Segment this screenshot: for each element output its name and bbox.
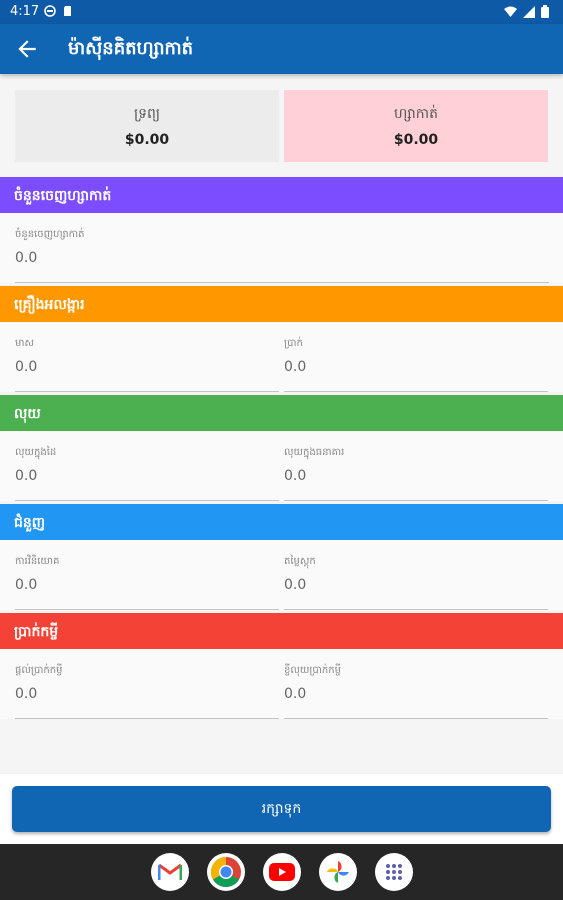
field-label: លុយក្នុងដៃ — [15, 447, 57, 458]
section-header: គ្រឿងអលង្ការ — [0, 286, 563, 322]
field-value[interactable]: 0.0 — [15, 577, 37, 593]
chrome-icon[interactable] — [207, 853, 245, 891]
section-cash: លុយ លុយក្នុងដៃ 0.0 លុយក្នុងធនាគារ 0.0 — [0, 395, 563, 501]
save-area: រក្សាទុក — [0, 774, 563, 844]
save-button[interactable]: រក្សាទុក — [12, 786, 551, 832]
field-value[interactable]: 0.0 — [15, 686, 37, 702]
assets-summary-card: ទ្រព្យ $0.00 — [15, 90, 279, 162]
photos-icon[interactable] — [319, 853, 357, 891]
cash-in-hand-field[interactable]: លុយក្នុងដៃ 0.0 — [15, 431, 279, 501]
field-underline — [284, 391, 548, 392]
status-time: 4:17 — [10, 4, 40, 19]
app-bar: ម៉ាស៊ីនគិតហ្សាកាត់ — [0, 24, 563, 74]
section-jewelry: គ្រឿងអលង្ការ មាស 0.0 ប្រាក់ 0.0 — [0, 286, 563, 392]
loan-given-field[interactable]: ផ្តល់ប្រាក់កម្ចី 0.0 — [15, 649, 279, 719]
status-bar: 4:17 — [0, 0, 563, 24]
back-arrow-icon[interactable] — [14, 36, 40, 62]
navigation-dock — [0, 844, 563, 900]
field-value[interactable]: 0.0 — [15, 250, 37, 266]
field-label: ខ្ចីលុយប្រាក់កម្ចី — [284, 665, 341, 676]
page-title: ម៉ាស៊ីនគិតហ្សាកាត់ — [68, 38, 194, 59]
sd-card-icon — [64, 6, 71, 16]
field-value[interactable]: 0.0 — [284, 468, 306, 484]
zakat-amount-field[interactable]: ចំនួនចេញហ្សាកាត់ 0.0 — [15, 213, 549, 283]
field-underline — [15, 391, 279, 392]
section-header: ជំនួញ — [0, 504, 563, 540]
section-business: ជំនួញ ការវិនិយោគ 0.0 តម្លៃស្តុក 0.0 — [0, 504, 563, 610]
assets-value: $0.00 — [124, 132, 170, 148]
cash-in-bank-field[interactable]: លុយក្នុងធនាគារ 0.0 — [284, 431, 548, 501]
battery-icon — [541, 5, 549, 18]
zakat-summary-card: ហ្សាកាត់ $0.00 — [284, 90, 548, 162]
field-label: តម្លៃស្តុក — [284, 556, 316, 567]
field-underline — [15, 609, 279, 610]
silver-field[interactable]: ប្រាក់ 0.0 — [284, 322, 548, 392]
wifi-icon — [504, 6, 517, 17]
field-underline — [15, 718, 279, 719]
field-label: ចំនួនចេញហ្សាកាត់ — [15, 229, 85, 240]
field-underline — [284, 609, 548, 610]
gold-field[interactable]: មាស 0.0 — [15, 322, 279, 392]
field-label: ប្រាក់ — [284, 338, 303, 349]
signal-icon — [523, 5, 535, 18]
field-underline — [284, 500, 548, 501]
section-header: លុយ — [0, 395, 563, 431]
app-drawer-icon[interactable] — [375, 853, 413, 891]
section-header: ប្រាក់កម្ចី — [0, 613, 563, 649]
loan-taken-field[interactable]: ខ្ចីលុយប្រាក់កម្ចី 0.0 — [284, 649, 548, 719]
section-header: ចំនួនចេញហ្សាកាត់ — [0, 177, 563, 213]
field-value[interactable]: 0.0 — [284, 359, 306, 375]
zakat-label: ហ្សាកាត់ — [394, 106, 438, 122]
section-zakat-amount: ចំនួនចេញហ្សាកាត់ ចំនួនចេញហ្សាកាត់ 0.0 — [0, 177, 563, 283]
field-value[interactable]: 0.0 — [15, 359, 37, 375]
field-value[interactable]: 0.0 — [284, 686, 306, 702]
field-underline — [284, 718, 548, 719]
stock-value-field[interactable]: តម្លៃស្តុក 0.0 — [284, 540, 548, 610]
field-label: មាស — [15, 338, 35, 349]
sync-icon — [44, 5, 56, 17]
field-underline — [15, 282, 549, 283]
investment-field[interactable]: ការវិនិយោគ 0.0 — [15, 540, 279, 610]
gmail-icon[interactable] — [151, 853, 189, 891]
zakat-value: $0.00 — [393, 132, 439, 148]
field-label: លុយក្នុងធនាគារ — [284, 447, 345, 458]
field-underline — [15, 500, 279, 501]
field-value[interactable]: 0.0 — [284, 577, 306, 593]
field-label: ការវិនិយោគ — [15, 556, 60, 567]
field-label: ផ្តល់ប្រាក់កម្ចី — [15, 665, 63, 676]
assets-label: ទ្រព្យ — [133, 106, 161, 122]
section-loans: ប្រាក់កម្ចី ផ្តល់ប្រាក់កម្ចី 0.0 ខ្ចីលុយ… — [0, 613, 563, 719]
youtube-icon[interactable] — [263, 853, 301, 891]
field-value[interactable]: 0.0 — [15, 468, 37, 484]
